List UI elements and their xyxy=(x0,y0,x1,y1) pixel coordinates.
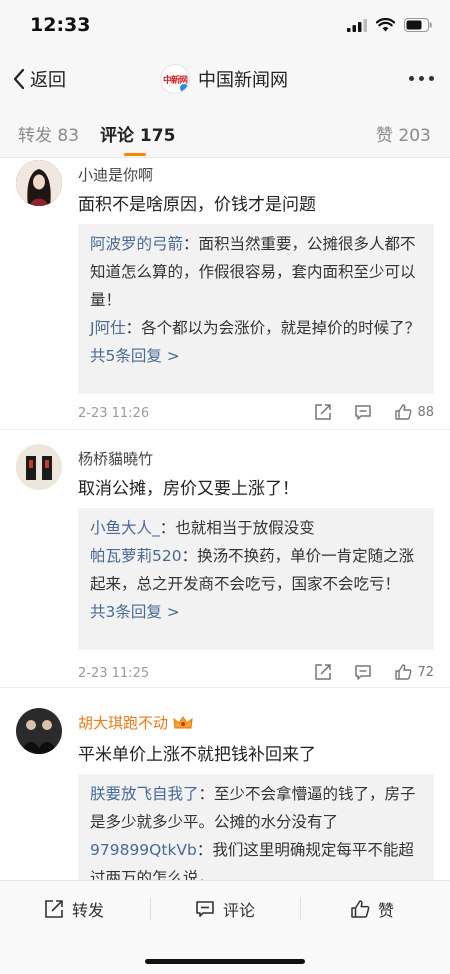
chevron-left-icon xyxy=(13,68,25,90)
comment-text: 面积不是啥原因，价钱才是问题 xyxy=(78,195,316,215)
nav-bar: 返回 中新网 中国新闻网 xyxy=(0,52,450,108)
comment-text: 取消公摊，房价又要上涨了！ xyxy=(78,479,299,499)
account-title[interactable]: 中新网 中国新闻网 xyxy=(160,64,288,94)
more-options-icon[interactable] xyxy=(409,76,434,81)
bottom-action-bar: 转发 评论 赞 xyxy=(0,880,450,974)
divider xyxy=(300,898,301,920)
tab-likes[interactable]: 赞 203 xyxy=(376,121,431,146)
comment-item: 胡大琪跑不动 平米单价上涨不就把钱补回来了 朕要放飞自我了：至少不会拿懵逼的钱了… xyxy=(0,688,450,880)
comment-text: 平米单价上涨不就把钱补回来了 xyxy=(78,745,316,765)
reply-username[interactable]: J阿仕 xyxy=(90,319,126,337)
comment-item: 杨桥貓曉竹 取消公摊，房价又要上涨了！ 小鱼大人_：也就相当于放假没变 帕瓦萝莉… xyxy=(0,430,450,688)
thumbs-up-icon xyxy=(395,664,412,680)
reply-item: 朕要放飞自我了：至少不会拿懵逼的钱了，房子是多少就多少平。公摊的水分没有了 xyxy=(90,780,422,836)
reply-text: ：也就相当于放假没变 xyxy=(159,519,315,537)
status-time: 12:33 xyxy=(30,14,91,36)
repost-label: 转发 xyxy=(72,901,105,920)
comment-item: 小迪是你啊 面积不是啥原因，价钱才是问题 阿波罗的弓箭：面积当然重要，公摊很多人… xyxy=(0,158,450,430)
more-replies-link[interactable]: 共5条回复 > xyxy=(90,342,422,370)
comment-label: 评论 xyxy=(223,901,256,920)
like-button[interactable]: 72 xyxy=(394,663,434,681)
tab-reposts[interactable]: 转发 83 xyxy=(18,121,79,146)
tab-bar: 转发 83 评论 175 赞 203 xyxy=(0,108,450,158)
reply-username[interactable]: 小鱼大人_ xyxy=(90,519,160,537)
avatar[interactable] xyxy=(16,160,62,206)
comment-button[interactable]: 评论 xyxy=(195,897,255,921)
share-icon xyxy=(45,900,63,918)
comment-username[interactable]: 杨桥貓曉竹 xyxy=(78,448,153,469)
username-text: 胡大琪跑不动 xyxy=(78,714,169,732)
reply-button[interactable] xyxy=(354,403,372,421)
verified-badge-icon xyxy=(179,83,189,93)
back-label: 返回 xyxy=(30,70,66,91)
comment-icon xyxy=(196,901,214,917)
reply-box[interactable]: 小鱼大人_：也就相当于放假没变 帕瓦萝莉520：换汤不换药，单价一肯定随之涨起来… xyxy=(78,508,434,650)
reply-item: 阿波罗的弓箭：面积当然重要，公摊很多人都不知道怎么算的，作假很容易，套内面积至少… xyxy=(90,230,422,314)
status-icons xyxy=(347,18,432,32)
account-logo: 中新网 xyxy=(160,64,190,94)
reply-item: 小鱼大人_：也就相当于放假没变 xyxy=(90,514,422,542)
comment-username[interactable]: 小迪是你啊 xyxy=(78,164,153,185)
wifi-icon xyxy=(376,18,395,32)
back-button[interactable]: 返回 xyxy=(12,66,66,92)
comment-icon xyxy=(355,665,372,680)
battery-icon xyxy=(404,18,432,32)
comment-feed[interactable]: 小迪是你啊 面积不是啥原因，价钱才是问题 阿波罗的弓箭：面积当然重要，公摊很多人… xyxy=(0,158,450,880)
reply-item: J阿仕：各个都以为会涨价，就是掉价的时候了？ xyxy=(90,314,422,342)
more-replies-link[interactable]: 共3条回复 > xyxy=(90,598,422,626)
divider xyxy=(150,898,151,920)
comment-time: 2-23 11:25 xyxy=(78,666,150,681)
like-button[interactable]: 88 xyxy=(394,403,434,421)
reply-username[interactable]: 朕要放飞自我了 xyxy=(90,785,199,803)
like-label: 赞 xyxy=(378,901,395,920)
reply-text: ：各个都以为会涨价，就是掉价的时候了？ xyxy=(125,319,421,337)
share-button[interactable] xyxy=(314,403,332,421)
status-bar: 12:33 xyxy=(0,0,450,52)
share-button[interactable] xyxy=(314,663,332,681)
comment-actions: 88 xyxy=(292,403,434,421)
reply-username[interactable]: 阿波罗的弓箭 xyxy=(90,235,183,253)
comment-time: 2-23 11:26 xyxy=(78,406,150,421)
thumbs-up-icon xyxy=(351,900,370,918)
repost-button[interactable]: 转发 xyxy=(44,897,104,921)
thumbs-up-icon xyxy=(395,404,412,420)
tab-active-indicator xyxy=(124,153,146,156)
like-count: 72 xyxy=(417,664,434,680)
reply-button[interactable] xyxy=(354,663,372,681)
like-count: 88 xyxy=(417,404,434,420)
reply-username[interactable]: 979899QtkVb xyxy=(90,841,197,859)
signal-icon xyxy=(347,18,367,32)
reply-username[interactable]: 帕瓦萝莉520 xyxy=(90,547,182,565)
home-indicator[interactable] xyxy=(145,959,305,964)
reply-item: 帕瓦萝莉520：换汤不换药，单价一肯定随之涨起来，总之开发商不会吃亏，国家不会吃… xyxy=(90,542,422,598)
share-icon xyxy=(315,664,332,680)
reply-box[interactable]: 朕要放飞自我了：至少不会拿懵逼的钱了，房子是多少就多少平。公摊的水分没有了 97… xyxy=(78,774,434,880)
reply-item: 979899QtkVb：我们这里明确规定每平不能超过两万的怎么说， xyxy=(90,836,422,880)
account-name: 中国新闻网 xyxy=(198,70,288,91)
avatar[interactable] xyxy=(16,708,62,754)
comment-username[interactable]: 胡大琪跑不动 xyxy=(78,712,193,733)
avatar[interactable] xyxy=(16,444,62,490)
tab-comments[interactable]: 评论 175 xyxy=(100,121,175,146)
crown-icon xyxy=(173,715,193,728)
share-icon xyxy=(315,404,332,420)
like-post-button[interactable]: 赞 xyxy=(350,897,394,921)
reply-box[interactable]: 阿波罗的弓箭：面积当然重要，公摊很多人都不知道怎么算的，作假很容易，套内面积至少… xyxy=(78,224,434,394)
comment-icon xyxy=(355,405,372,420)
comment-actions: 72 xyxy=(292,663,434,681)
